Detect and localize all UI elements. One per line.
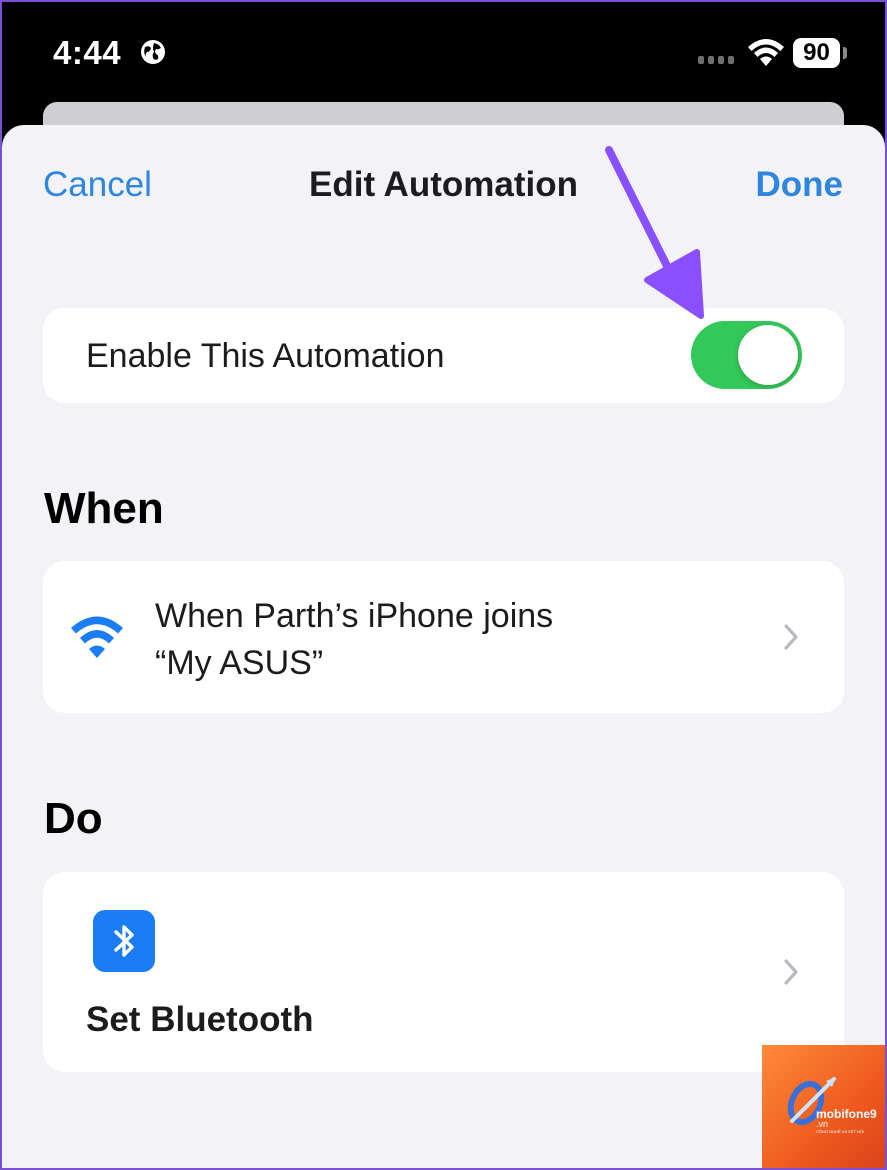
globe-icon [141,40,165,64]
watermark-tagline: CÔNG NGHỆ VÀ KẾT NỐI [816,1129,865,1134]
wifi-status-icon [748,39,784,66]
enable-automation-toggle[interactable] [691,321,802,389]
status-time: 4:44 [53,34,122,71]
when-section-header: When [44,484,164,533]
battery-tip [843,47,847,59]
enable-automation-row: Enable This Automation [43,308,844,403]
watermark-logo: mobifone9 .vn CÔNG NGHỆ VÀ KẾT NỐI [762,1045,887,1170]
battery-icon: 90 [793,38,847,68]
battery-level: 90 [793,38,840,68]
when-trigger-line-1: When Parth’s iPhone joins [155,597,554,635]
done-button[interactable]: Done [756,164,844,206]
signal-dots-icon [698,56,734,64]
do-section-header: Do [44,794,103,843]
arrow-pointer-icon [605,146,704,319]
page-title: Edit Automation [309,165,578,204]
chevron-right-icon [784,624,798,650]
when-trigger-row[interactable]: When Parth’s iPhone joins “My ASUS” [43,561,844,713]
wifi-icon [71,616,123,658]
set-bluetooth-label: Set Bluetooth [86,1000,314,1039]
bluetooth-icon [93,910,155,972]
when-trigger-line-2: “My ASUS” [155,644,324,682]
chevron-right-icon [784,959,798,985]
mobifone-logo-icon [787,1077,836,1126]
do-action-row[interactable]: Set Bluetooth [43,872,844,1072]
watermark-domain: .vn [816,1119,829,1129]
enable-automation-label: Enable This Automation [86,337,445,375]
when-trigger-text: When Parth’s iPhone joins “My ASUS” [155,593,553,687]
toggle-knob [738,325,798,385]
